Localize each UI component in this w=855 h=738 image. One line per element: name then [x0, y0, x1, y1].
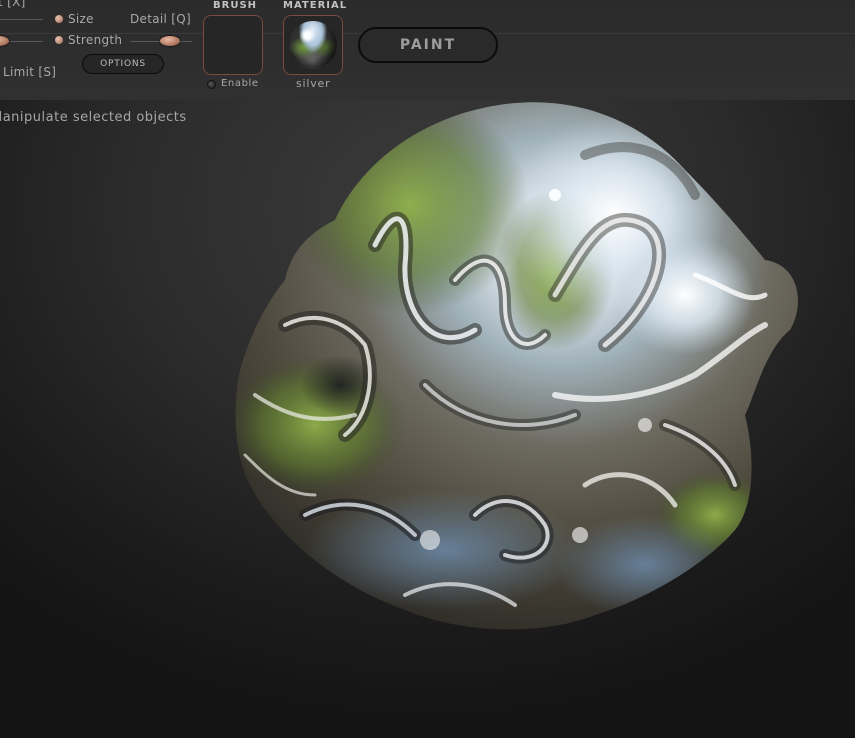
radius-slider-knob[interactable]	[0, 36, 9, 46]
size-indicator-dot	[55, 15, 63, 23]
size-slider-track[interactable]	[0, 19, 43, 20]
sculpt-model-viewport[interactable]	[225, 95, 805, 650]
limit-toggle[interactable]: Limit [S]	[3, 65, 56, 79]
enable-radio-icon[interactable]	[207, 80, 216, 89]
options-button[interactable]: OPTIONS	[82, 54, 164, 74]
material-preview-sphere	[289, 21, 337, 69]
brush-header: BRUSH	[213, 0, 258, 11]
brush-slot[interactable]	[203, 15, 263, 75]
size-label: Size	[68, 12, 94, 26]
material-name: silver	[296, 77, 331, 90]
strength-slider-knob[interactable]	[160, 36, 180, 46]
strength-indicator-dot	[55, 36, 63, 44]
detail-label[interactable]: Detail [Q]	[130, 12, 191, 26]
material-header: MATERIAL	[283, 0, 348, 11]
paint-button[interactable]: PAINT	[358, 27, 498, 63]
material-slot[interactable]	[283, 15, 343, 75]
radius-slider-track[interactable]	[10, 41, 43, 42]
enable-label[interactable]: Enable	[221, 78, 259, 89]
strength-label: Strength	[68, 33, 123, 47]
status-hint: Manipulate selected objects	[0, 110, 187, 125]
sculpt-toolbar: Invert [X] Size Detail [Q] Strength Limi…	[0, 0, 855, 100]
invert-toggle[interactable]: Invert [X]	[0, 0, 26, 9]
